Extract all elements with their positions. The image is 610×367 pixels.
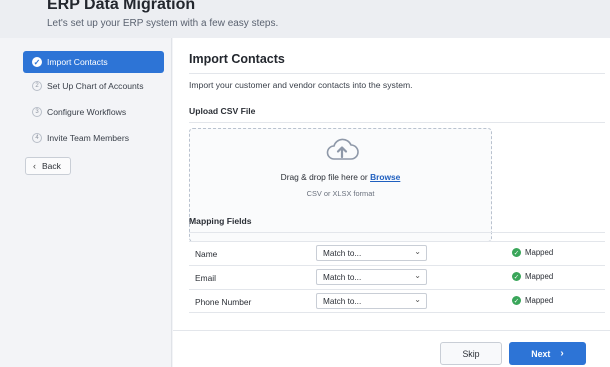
step-label: Invite Team Members	[47, 133, 129, 143]
status-label: Mapped	[525, 272, 554, 281]
chevron-down-icon: ⌄	[414, 247, 421, 256]
skip-button[interactable]: Skip	[440, 342, 502, 365]
mapping-row: Name Match to... ⌄ ✓ Mapped	[189, 241, 605, 265]
upload-section-title: Upload CSV File	[189, 106, 256, 116]
check-circle-icon: ✓	[512, 248, 521, 257]
match-select[interactable]: Match to... ⌄	[316, 293, 427, 309]
sidebar-step-invite-team[interactable]: 4 Invite Team Members	[23, 127, 164, 149]
back-button[interactable]: ‹ Back	[25, 157, 71, 175]
step-number: 3	[32, 107, 42, 117]
main-panel: Import Contacts Import your customer and…	[173, 38, 610, 367]
drag-text: Drag & drop file here or	[280, 172, 371, 182]
next-button[interactable]: Next ›	[509, 342, 586, 365]
cloud-upload-icon	[326, 138, 359, 160]
format-hint: CSV or XLSX format	[306, 189, 375, 198]
divider	[189, 73, 605, 74]
chevron-left-icon: ‹	[33, 161, 36, 171]
mapping-row: Email Match to... ⌄ ✓ Mapped	[189, 265, 605, 289]
browse-link[interactable]: Browse	[370, 172, 400, 182]
select-value: Match to...	[323, 249, 362, 258]
chevron-right-icon: ›	[560, 348, 564, 359]
sidebar-step-configure-workflows[interactable]: 3 Configure Workflows	[23, 101, 164, 123]
sidebar-step-import-contacts[interactable]: ✓ Import Contacts	[23, 51, 164, 73]
page-title: ERP Data Migration	[47, 0, 196, 13]
divider	[189, 122, 605, 123]
status-label: Mapped	[525, 248, 554, 257]
step-label: Configure Workflows	[47, 107, 127, 117]
chevron-down-icon: ⌄	[414, 271, 421, 280]
mapping-status: ✓ Mapped	[512, 272, 553, 281]
step-number: 4	[32, 133, 42, 143]
mapping-row: Phone Number Match to... ⌄ ✓ Mapped	[189, 289, 605, 313]
mapping-status: ✓ Mapped	[512, 248, 553, 257]
match-select[interactable]: Match to... ⌄	[316, 245, 427, 261]
select-value: Match to...	[323, 297, 362, 306]
field-name: Email	[195, 273, 216, 283]
section-heading: Import Contacts	[189, 52, 285, 66]
page-header: ERP Data Migration Let's set up your ERP…	[0, 0, 610, 38]
field-name: Phone Number	[195, 297, 252, 307]
check-icon: ✓	[32, 57, 42, 67]
section-description: Import your customer and vendor contacts…	[189, 80, 413, 90]
check-circle-icon: ✓	[512, 296, 521, 305]
divider	[189, 232, 605, 233]
check-circle-icon: ✓	[512, 272, 521, 281]
mapping-status: ✓ Mapped	[512, 296, 553, 305]
step-label: Set Up Chart of Accounts	[47, 81, 144, 91]
match-select[interactable]: Match to... ⌄	[316, 269, 427, 285]
chevron-down-icon: ⌄	[414, 295, 421, 304]
back-label: Back	[42, 161, 61, 171]
next-label: Next	[531, 348, 551, 359]
sidebar-step-chart-of-accounts[interactable]: 2 Set Up Chart of Accounts	[23, 75, 164, 97]
mapping-section-title: Mapping Fields	[189, 216, 252, 226]
select-value: Match to...	[323, 273, 362, 282]
status-label: Mapped	[525, 296, 554, 305]
drop-instructions: Drag & drop file here or Browse	[190, 172, 491, 182]
step-label: Import Contacts	[47, 57, 108, 67]
field-name: Name	[195, 249, 218, 259]
sidebar: ✓ Import Contacts 2 Set Up Chart of Acco…	[0, 38, 172, 367]
divider	[173, 330, 610, 331]
page-subtitle: Let's set up your ERP system with a few …	[47, 18, 279, 29]
step-number: 2	[32, 81, 42, 91]
